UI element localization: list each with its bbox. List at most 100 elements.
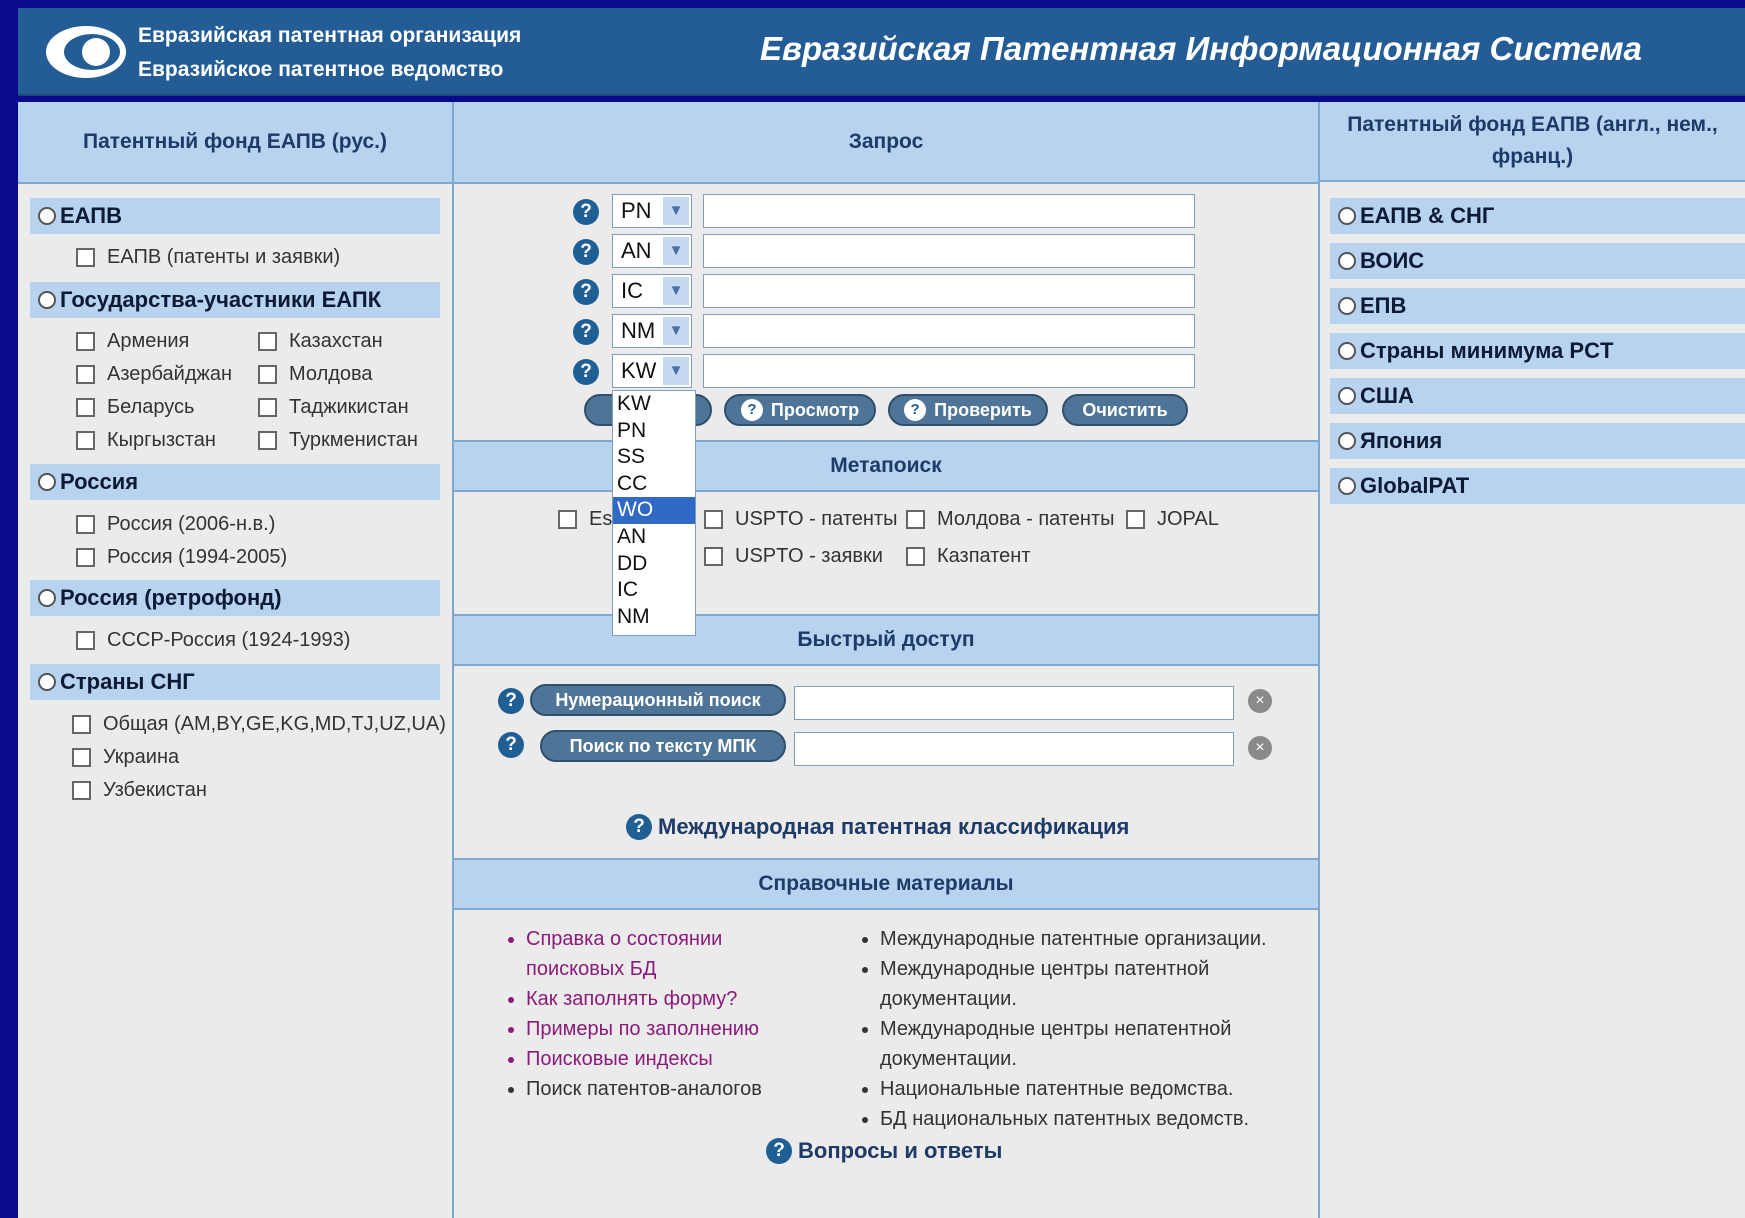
radio-icon[interactable] (1338, 297, 1356, 315)
field-select-4[interactable]: NM ▼ (612, 314, 692, 348)
check-button[interactable]: ? Проверить (888, 394, 1048, 426)
radio-icon[interactable] (1338, 252, 1356, 270)
radio-wipo[interactable]: ВОИС (1330, 243, 1745, 279)
dropdown-option[interactable]: PN (613, 418, 695, 445)
checkbox-cis-general[interactable]: Общая (AM,BY,GE,KG,MD,TJ,UZ,UA) (72, 713, 446, 736)
view-button[interactable]: ? Просмотр (724, 394, 876, 426)
checkbox-icon[interactable] (72, 748, 91, 767)
checkbox-turkmenistan[interactable]: Туркменистан (258, 429, 418, 452)
radio-icon[interactable] (38, 207, 56, 225)
link-text[interactable]: Как заполнять форму? (526, 988, 737, 1010)
checkbox-icon[interactable] (76, 431, 95, 450)
checkbox-tajikistan[interactable]: Таджикистан (258, 396, 409, 419)
query-input-4[interactable] (703, 314, 1195, 348)
checkbox-icon[interactable] (76, 365, 95, 384)
dropdown-option[interactable]: SS (613, 444, 695, 471)
question-icon[interactable]: ? (573, 279, 599, 305)
radio-usa[interactable]: США (1330, 378, 1745, 414)
dropdown-option[interactable]: IC (613, 577, 695, 604)
query-input-2[interactable] (703, 234, 1195, 268)
question-icon[interactable]: ? (573, 199, 599, 225)
radio-icon[interactable] (38, 473, 56, 491)
radio-icon[interactable] (1338, 477, 1356, 495)
checkbox-kyrgyzstan[interactable]: Кыргызстан (76, 429, 216, 452)
link-text[interactable]: Справка о состоянии поисковых БД (526, 928, 722, 980)
question-icon[interactable]: ? (573, 239, 599, 265)
radio-globalpat[interactable]: GlobalPAT (1330, 468, 1745, 504)
ipc-link[interactable]: ? Международная патентная классификация (626, 814, 1129, 840)
checkbox-icon[interactable] (76, 248, 95, 267)
radio-eapv-cis[interactable]: ЕАПВ & СНГ (1330, 198, 1745, 234)
chevron-down-icon[interactable]: ▼ (663, 357, 689, 385)
dropdown-option[interactable]: KW (613, 391, 695, 418)
checkbox-icon[interactable] (76, 548, 95, 567)
radio-icon[interactable] (38, 673, 56, 691)
radio-icon[interactable] (38, 589, 56, 607)
checkbox-icon[interactable] (704, 510, 723, 529)
checkbox-ukraine[interactable]: Украина (72, 746, 179, 769)
dropdown-option[interactable]: NM (613, 604, 695, 631)
radio-icon[interactable] (1338, 207, 1356, 225)
checkbox-moldova[interactable]: Молдова (258, 363, 373, 386)
checkbox-icon[interactable] (906, 510, 925, 529)
radio-russia[interactable]: Россия (30, 464, 440, 500)
radio-eapv[interactable]: ЕАПВ (30, 198, 440, 234)
field-select-1[interactable]: PN ▼ (612, 194, 692, 228)
reference-link[interactable]: Справка о состоянии поисковых БД (526, 924, 802, 984)
checkbox-icon[interactable] (76, 398, 95, 417)
chevron-down-icon[interactable]: ▼ (663, 317, 689, 345)
clear-icon[interactable]: × (1248, 736, 1272, 760)
query-input-1[interactable] (703, 194, 1195, 228)
radio-japan[interactable]: Япония (1330, 423, 1745, 459)
clear-icon[interactable]: × (1248, 689, 1272, 713)
question-icon[interactable]: ? (573, 359, 599, 385)
radio-icon[interactable] (1338, 387, 1356, 405)
checkbox-icon[interactable] (72, 781, 91, 800)
dropdown-option[interactable]: DD (613, 551, 695, 578)
checkbox-uzbekistan[interactable]: Узбекистан (72, 779, 207, 802)
checkbox-azerbaijan[interactable]: Азербайджан (76, 363, 232, 386)
radio-pct-minimum[interactable]: Страны минимума PCT (1330, 333, 1745, 369)
checkbox-belarus[interactable]: Беларусь (76, 396, 194, 419)
query-input-3[interactable] (703, 274, 1195, 308)
checkbox-uspto-patents[interactable]: USPTO - патенты (704, 508, 897, 531)
chevron-down-icon[interactable]: ▼ (663, 197, 689, 225)
checkbox-icon[interactable] (906, 547, 925, 566)
checkbox-icon[interactable] (72, 715, 91, 734)
dropdown-option-highlighted[interactable]: WO (613, 497, 695, 524)
reference-link[interactable]: Как заполнять форму? (526, 984, 802, 1014)
question-icon[interactable]: ? (498, 688, 524, 714)
dropdown-option[interactable]: CC (613, 471, 695, 498)
checkbox-icon[interactable] (558, 510, 577, 529)
field-select-5[interactable]: KW ▼ (612, 354, 692, 388)
dropdown-option[interactable]: AN (613, 524, 695, 551)
query-input-5[interactable] (703, 354, 1195, 388)
field-select-2[interactable]: AN ▼ (612, 234, 692, 268)
radio-russia-retro[interactable]: Россия (ретрофонд) (30, 580, 440, 616)
faq-link[interactable]: ? Вопросы и ответы (766, 1138, 1002, 1164)
checkbox-kazakhstan[interactable]: Казахстан (258, 330, 383, 353)
question-icon[interactable]: ? (573, 319, 599, 345)
chevron-down-icon[interactable]: ▼ (663, 237, 689, 265)
radio-cis[interactable]: Страны СНГ (30, 664, 440, 700)
number-search-input[interactable] (794, 686, 1234, 720)
checkbox-moldova-patents[interactable]: Молдова - патенты (906, 508, 1114, 531)
checkbox-icon[interactable] (76, 515, 95, 534)
number-search-button[interactable]: Нумерационный поиск (530, 684, 786, 716)
checkbox-icon[interactable] (258, 398, 277, 417)
field-dropdown-list[interactable]: KW PN SS CC WO AN DD IC NM (612, 390, 696, 636)
link-text[interactable]: Поисковые индексы (526, 1048, 713, 1070)
checkbox-icon[interactable] (704, 547, 723, 566)
checkbox-jopal[interactable]: JOPAL (1126, 508, 1219, 531)
checkbox-icon[interactable] (258, 332, 277, 351)
radio-eapk-states[interactable]: Государства-участники ЕАПК (30, 282, 440, 318)
question-icon[interactable]: ? (498, 732, 524, 758)
radio-icon[interactable] (1338, 432, 1356, 450)
checkbox-ussr-russia[interactable]: СССР-Россия (1924-1993) (76, 629, 350, 652)
checkbox-icon[interactable] (76, 332, 95, 351)
checkbox-eapv-patents[interactable]: ЕАПВ (патенты и заявки) (76, 246, 340, 269)
radio-icon[interactable] (1338, 342, 1356, 360)
radio-epo[interactable]: ЕПВ (1330, 288, 1745, 324)
chevron-down-icon[interactable]: ▼ (663, 277, 689, 305)
checkbox-icon[interactable] (258, 431, 277, 450)
